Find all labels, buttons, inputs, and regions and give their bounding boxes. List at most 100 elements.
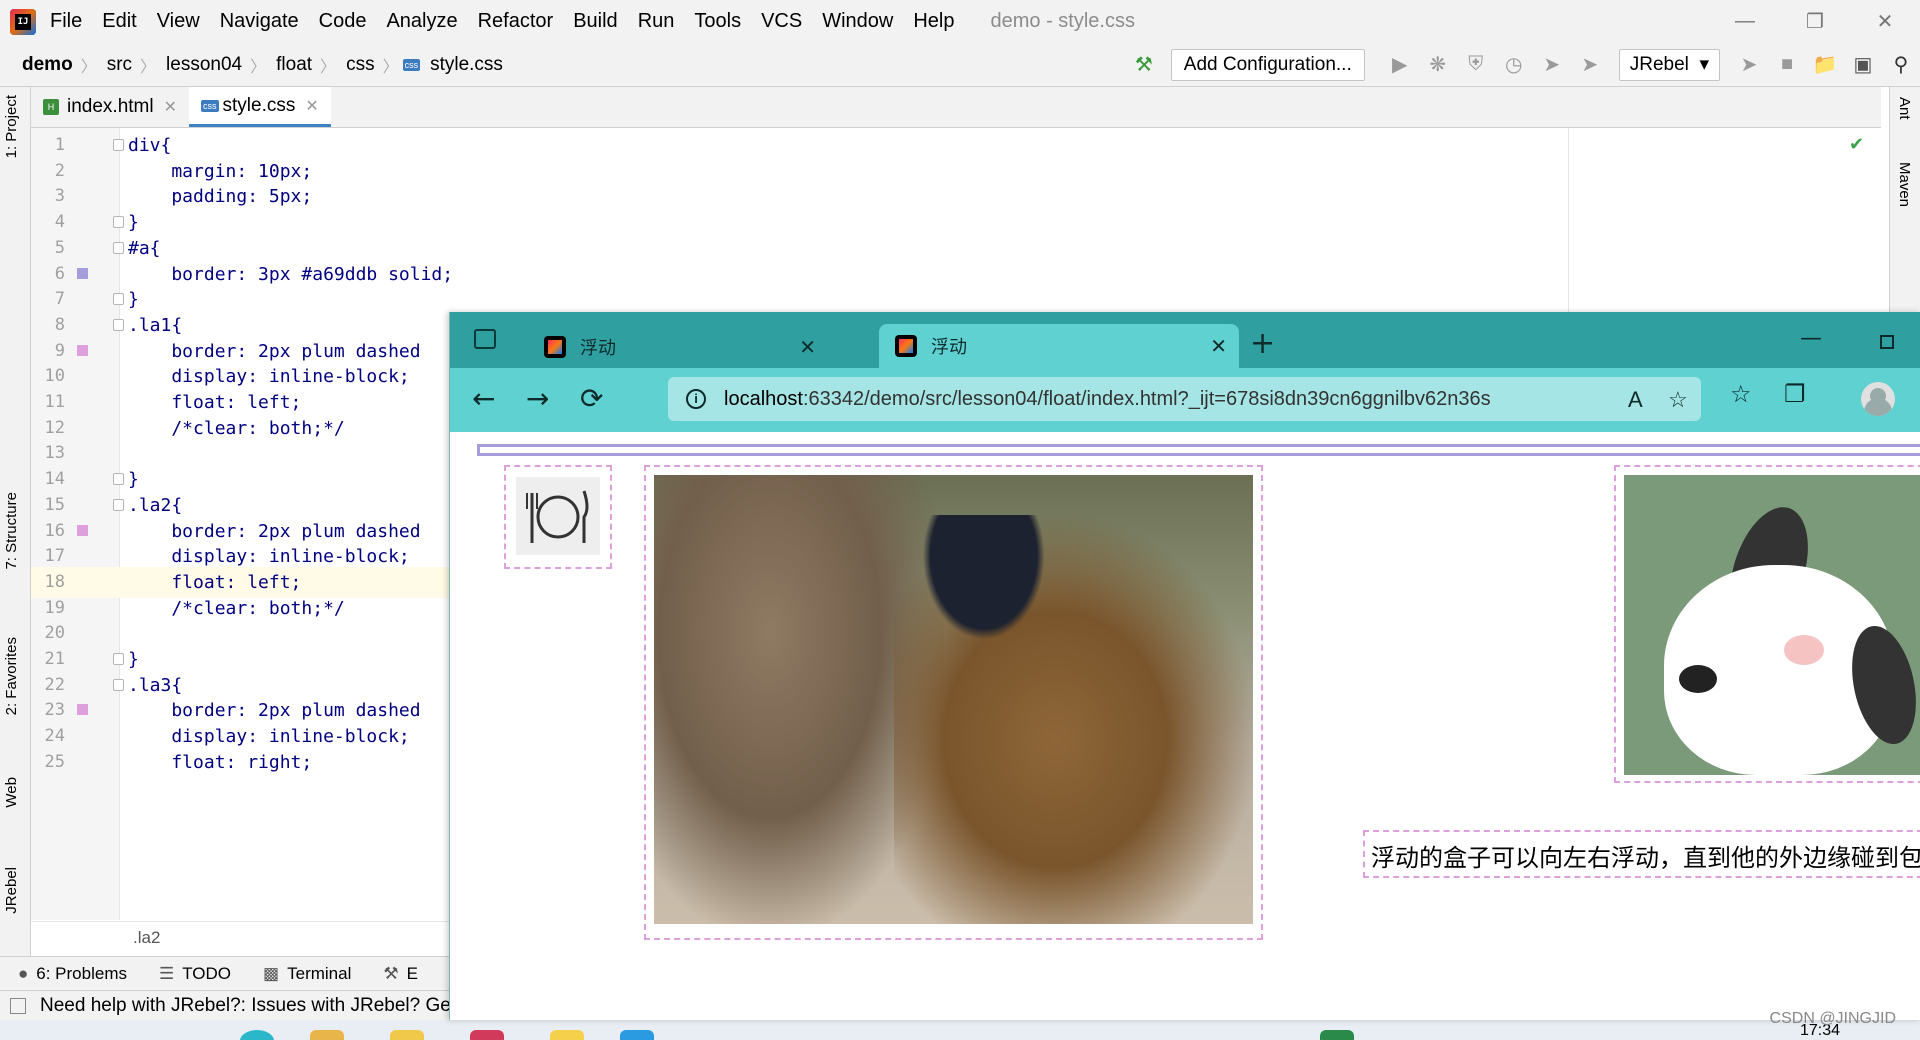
- breadcrumb-src[interactable]: src: [101, 54, 136, 76]
- jrebel-run-icon[interactable]: ➤: [1537, 50, 1567, 80]
- build-hammer-icon[interactable]: ⚒: [1129, 50, 1159, 80]
- close-tab-icon[interactable]: ✕: [305, 96, 318, 116]
- reload-icon[interactable]: ⟳: [580, 382, 603, 415]
- browser-window: 浮动 ✕ 浮动 ✕ + — ← → ⟳ i localhost:63342/de…: [449, 312, 1920, 1020]
- fold-marker-icon[interactable]: [113, 499, 124, 511]
- color-swatch-icon[interactable]: [77, 525, 88, 536]
- menu-vcs[interactable]: VCS: [761, 10, 802, 33]
- tool-ant[interactable]: Ant: [1896, 97, 1913, 120]
- deer-photo-image: [654, 475, 1253, 924]
- taskbar-app-icon[interactable]: [1320, 1030, 1354, 1040]
- tool-problems[interactable]: ● 6: Problems: [18, 964, 127, 984]
- breadcrumb-lesson04[interactable]: lesson04: [160, 54, 246, 76]
- browser-tab-inactive[interactable]: 浮动 ✕: [528, 326, 828, 368]
- close-tab-icon[interactable]: ✕: [1210, 334, 1227, 358]
- fold-marker-icon[interactable]: [113, 319, 124, 331]
- tool-structure[interactable]: 7: Structure: [3, 492, 20, 570]
- menu-run[interactable]: Run: [638, 10, 675, 33]
- menu-build[interactable]: Build: [573, 10, 617, 33]
- collections-icon[interactable]: ❐: [1784, 380, 1806, 408]
- address-bar[interactable]: i localhost:63342/demo/src/lesson04/floa…: [668, 377, 1701, 421]
- tool-favorites[interactable]: 2: Favorites: [3, 637, 20, 715]
- menu-code[interactable]: Code: [319, 10, 367, 33]
- fold-marker-icon[interactable]: [113, 473, 124, 485]
- menu-window[interactable]: Window: [822, 10, 893, 33]
- site-info-icon[interactable]: i: [686, 389, 706, 409]
- new-tab-icon[interactable]: +: [1250, 326, 1275, 361]
- fold-marker-icon[interactable]: [113, 293, 124, 305]
- tool-web[interactable]: Web: [3, 777, 20, 808]
- tab-label: style.css: [223, 95, 296, 117]
- coverage-icon[interactable]: ⛨: [1461, 50, 1491, 80]
- maximize-icon[interactable]: [1880, 335, 1894, 349]
- minimize-icon[interactable]: —: [1800, 326, 1822, 351]
- close-icon[interactable]: ✕: [1850, 0, 1920, 43]
- menu-analyze[interactable]: Analyze: [386, 10, 457, 33]
- stop-icon[interactable]: ■: [1772, 50, 1802, 80]
- fold-marker-icon[interactable]: [113, 653, 124, 665]
- close-tab-icon[interactable]: ✕: [164, 97, 177, 117]
- selector-breadcrumb[interactable]: .la2: [133, 928, 160, 948]
- tool-build[interactable]: ⚒ E: [383, 964, 418, 984]
- left-tool-strip: 1: Project 7: Structure 2: Favorites Web…: [0, 87, 31, 987]
- toolbar-actions: ⚒ Add Configuration... ▶ ❋ ⛨ ◷ ➤ ➤ JRebe…: [1125, 43, 1920, 86]
- back-icon[interactable]: ←: [472, 382, 495, 415]
- restore-icon[interactable]: ❐: [1780, 0, 1850, 43]
- la-text-box: 浮动的盒子可以向左右浮动，直到他的外边缘碰到包: [1363, 830, 1920, 878]
- breadcrumb-project[interactable]: demo: [16, 54, 77, 76]
- jrebel-debug-icon[interactable]: ➤: [1575, 50, 1605, 80]
- tool-project[interactable]: 1: Project: [3, 95, 20, 158]
- color-swatch-icon[interactable]: [77, 704, 88, 715]
- menu-tools[interactable]: Tools: [694, 10, 741, 33]
- forward-icon[interactable]: →: [526, 382, 549, 415]
- add-configuration-button[interactable]: Add Configuration...: [1171, 49, 1365, 81]
- navigation-bar: demo 〉 src 〉 lesson04 〉 float 〉 css 〉 cs…: [0, 43, 1920, 87]
- menu-help[interactable]: Help: [913, 10, 954, 33]
- color-swatch-icon[interactable]: [77, 268, 88, 279]
- fold-marker-icon[interactable]: [113, 139, 124, 151]
- minimize-icon[interactable]: —: [1710, 0, 1780, 43]
- tool-todo[interactable]: ☰ TODO: [159, 964, 231, 984]
- taskbar-app-icon[interactable]: [550, 1030, 584, 1040]
- breadcrumb-separator: 〉: [316, 53, 340, 77]
- taskbar-app-icon[interactable]: [620, 1030, 654, 1040]
- tool-terminal[interactable]: ▩ Terminal: [263, 964, 351, 984]
- menu-edit[interactable]: Edit: [102, 10, 136, 33]
- close-tab-icon[interactable]: ✕: [799, 335, 816, 359]
- profile-avatar[interactable]: [1861, 382, 1895, 416]
- tab-style-css[interactable]: css style.css ✕: [189, 87, 331, 127]
- favorites-icon[interactable]: ☆: [1730, 380, 1752, 408]
- menu-navigate[interactable]: Navigate: [220, 10, 299, 33]
- menu-file[interactable]: File: [50, 10, 82, 33]
- profile-icon[interactable]: ◷: [1499, 50, 1529, 80]
- tab-actions-icon[interactable]: [474, 329, 496, 349]
- status-toggle-icon[interactable]: [10, 998, 26, 1014]
- tool-jrebel[interactable]: JRebel: [3, 867, 20, 914]
- taskbar-app-icon[interactable]: [310, 1030, 344, 1040]
- menu-refactor[interactable]: Refactor: [478, 10, 554, 33]
- breadcrumb-file[interactable]: style.css: [424, 54, 507, 76]
- menu-view[interactable]: View: [157, 10, 200, 33]
- project-structure-icon[interactable]: 📁: [1810, 50, 1840, 80]
- fold-marker-icon[interactable]: [113, 216, 124, 228]
- browser-tab-active[interactable]: 浮动 ✕: [879, 324, 1239, 368]
- status-message[interactable]: Need help with JRebel?: Issues with JReb…: [40, 995, 456, 1017]
- add-favorite-icon[interactable]: ☆: [1668, 387, 1688, 413]
- fold-marker-icon[interactable]: [113, 679, 124, 691]
- debug-icon[interactable]: ❋: [1423, 50, 1453, 80]
- read-aloud-icon[interactable]: A⁲: [1628, 387, 1643, 413]
- breadcrumb-float[interactable]: float: [270, 54, 316, 76]
- services-icon[interactable]: ▣: [1848, 50, 1878, 80]
- run-icon[interactable]: ▶: [1385, 50, 1415, 80]
- taskbar-app-icon[interactable]: [240, 1030, 274, 1040]
- breadcrumb-css[interactable]: css: [340, 54, 379, 76]
- tab-index-html[interactable]: H index.html ✕: [31, 87, 189, 127]
- jrebel-select[interactable]: JRebel ▾: [1619, 49, 1720, 81]
- fold-marker-icon[interactable]: [113, 242, 124, 254]
- tool-maven[interactable]: Maven: [1896, 162, 1913, 207]
- update-running-icon[interactable]: ➤: [1734, 50, 1764, 80]
- taskbar-app-icon[interactable]: [390, 1030, 424, 1040]
- search-icon[interactable]: ⚲: [1886, 50, 1916, 80]
- color-swatch-icon[interactable]: [77, 345, 88, 356]
- taskbar-app-icon[interactable]: [470, 1030, 504, 1040]
